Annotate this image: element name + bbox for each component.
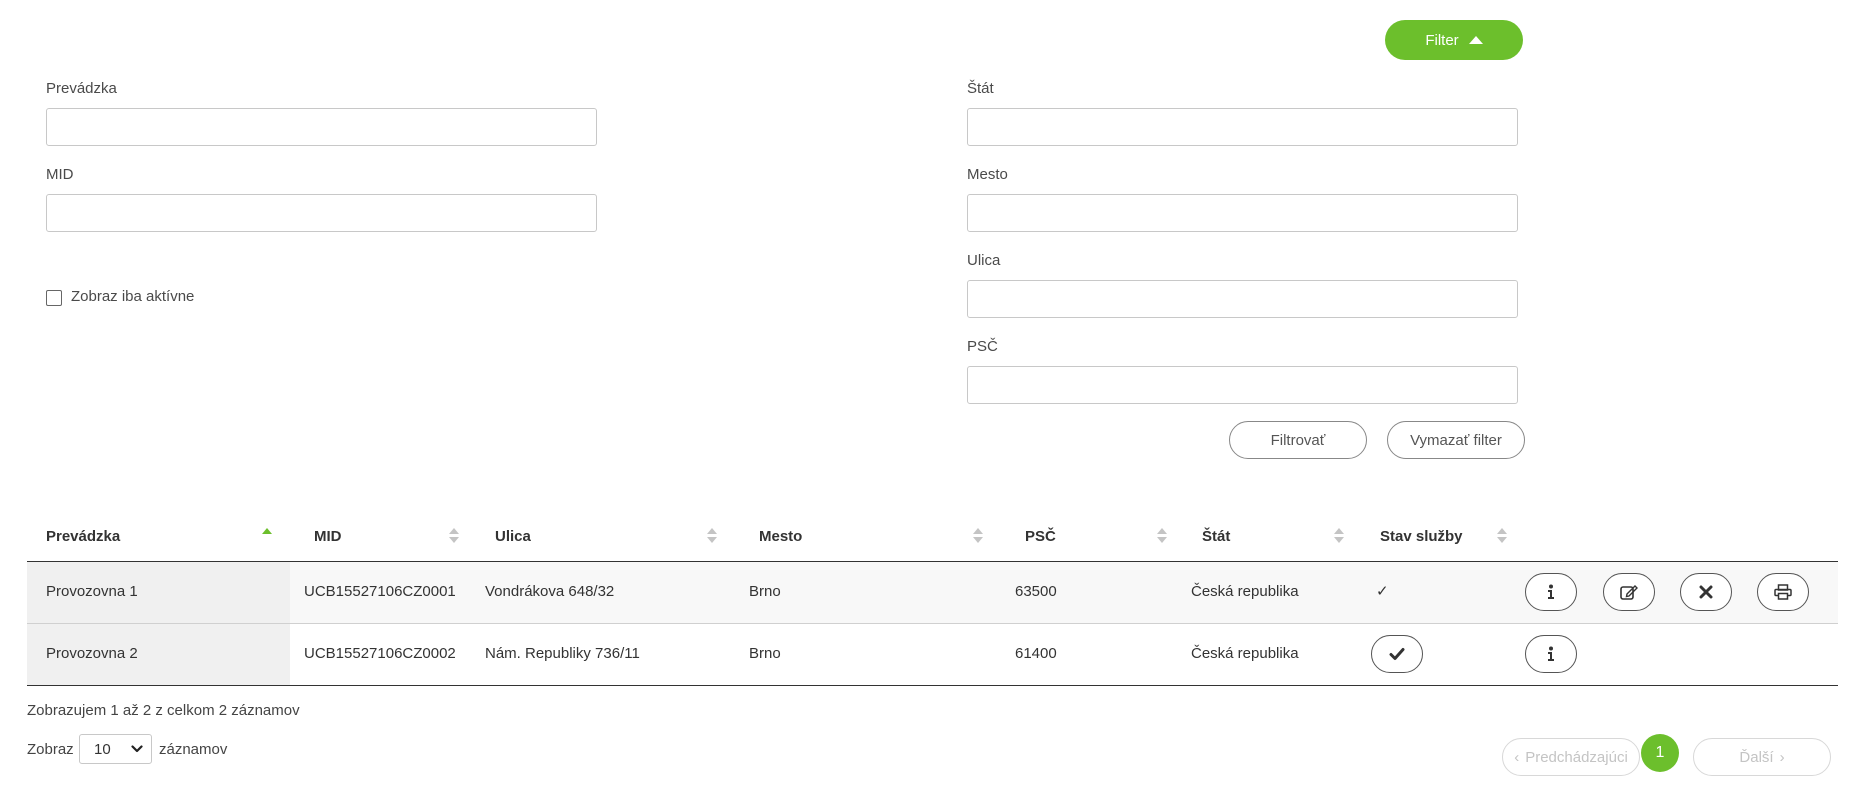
cell-mid: UCB15527106CZ0001 <box>304 583 456 600</box>
activate-button[interactable] <box>1371 635 1423 673</box>
page-length-select[interactable]: 10 <box>79 734 152 764</box>
chevron-right-icon: › <box>1779 748 1785 766</box>
column-header-stav-sluzby[interactable]: Stav služby <box>1380 528 1463 545</box>
cell-prevadzka: Provozovna 1 <box>46 583 138 600</box>
print-icon <box>1774 584 1792 600</box>
delete-button[interactable] <box>1680 573 1732 611</box>
chevron-down-icon <box>131 745 143 753</box>
info-button[interactable] <box>1525 635 1577 673</box>
prevadzka-label: Prevádzka <box>46 80 117 97</box>
table-info-text: Zobrazujem 1 až 2 z celkom 2 záznamov <box>27 702 300 719</box>
active-only-checkbox[interactable] <box>46 290 62 306</box>
table-row: Provozovna 1 UCB15527106CZ0001 Vondrákov… <box>27 562 1838 623</box>
page-1-button[interactable]: 1 <box>1641 734 1679 772</box>
cell-mesto: Brno <box>749 583 781 600</box>
cell-stat: Česká republika <box>1191 645 1299 662</box>
table-row: Provozovna 2 UCB15527106CZ0002 Nám. Repu… <box>27 624 1838 685</box>
edit-icon <box>1620 585 1638 600</box>
length-suffix-label: záznamov <box>159 741 228 758</box>
filter-toggle-button[interactable]: Filter <box>1385 20 1523 60</box>
column-header-stat[interactable]: Štát <box>1202 528 1230 545</box>
length-prefix-label: Zobraz <box>27 741 74 758</box>
stat-input[interactable] <box>967 108 1518 146</box>
cell-ulica: Nám. Republiky 736/11 <box>485 645 640 662</box>
sort-icon[interactable] <box>1497 528 1507 544</box>
column-header-mid[interactable]: MID <box>314 528 342 545</box>
sort-asc-icon[interactable] <box>262 528 272 544</box>
ulica-label: Ulica <box>967 252 1001 269</box>
column-header-psc[interactable]: PSČ <box>1025 528 1056 545</box>
filter-apply-button[interactable]: Filtrovať <box>1229 421 1367 459</box>
cell-psc: 63500 <box>1015 583 1057 600</box>
active-only-label: Zobraz iba aktívne <box>71 288 195 305</box>
print-button[interactable] <box>1757 573 1809 611</box>
chevron-left-icon: ‹ <box>1514 748 1520 766</box>
mesto-label: Mesto <box>967 166 1008 183</box>
sort-icon[interactable] <box>973 528 983 544</box>
psc-input[interactable] <box>967 366 1518 404</box>
psc-label: PSČ <box>967 338 998 355</box>
filter-toggle-label: Filter <box>1425 31 1459 49</box>
column-header-mesto[interactable]: Mesto <box>759 528 802 545</box>
edit-button[interactable] <box>1603 573 1655 611</box>
cell-stat: Česká republika <box>1191 583 1299 600</box>
check-icon <box>1389 648 1405 660</box>
info-icon <box>1548 584 1554 599</box>
caret-up-icon <box>1468 36 1483 44</box>
sort-icon[interactable] <box>1334 528 1344 544</box>
next-page-label: Ďalší <box>1739 748 1774 766</box>
info-icon <box>1548 646 1554 661</box>
cell-psc: 61400 <box>1015 645 1057 662</box>
prevadzka-input[interactable] <box>46 108 597 146</box>
cell-ulica: Vondrákova 648/32 <box>485 583 615 600</box>
next-page-button[interactable]: Ďalší › <box>1693 738 1831 776</box>
table-bottom-divider <box>27 685 1838 686</box>
close-icon <box>1699 585 1713 599</box>
prev-page-label: Predchádzajúci <box>1525 748 1628 766</box>
status-check-mark: ✓ <box>1376 583 1389 600</box>
mesto-input[interactable] <box>967 194 1518 232</box>
mid-input[interactable] <box>46 194 597 232</box>
sort-icon[interactable] <box>449 528 459 544</box>
filter-clear-button[interactable]: Vymazať filter <box>1387 421 1525 459</box>
column-header-ulica[interactable]: Ulica <box>495 528 531 545</box>
prev-page-button[interactable]: ‹ Predchádzajúci <box>1502 738 1640 776</box>
ulica-input[interactable] <box>967 280 1518 318</box>
cell-mid: UCB15527106CZ0002 <box>304 645 456 662</box>
sort-icon[interactable] <box>707 528 717 544</box>
cell-mesto: Brno <box>749 645 781 662</box>
page-length-value: 10 <box>94 740 111 758</box>
stat-label: Štát <box>967 80 994 97</box>
info-button[interactable] <box>1525 573 1577 611</box>
mid-label: MID <box>46 166 74 183</box>
column-header-prevadzka[interactable]: Prevádzka <box>46 528 120 545</box>
sort-icon[interactable] <box>1157 528 1167 544</box>
cell-prevadzka: Provozovna 2 <box>46 645 138 662</box>
